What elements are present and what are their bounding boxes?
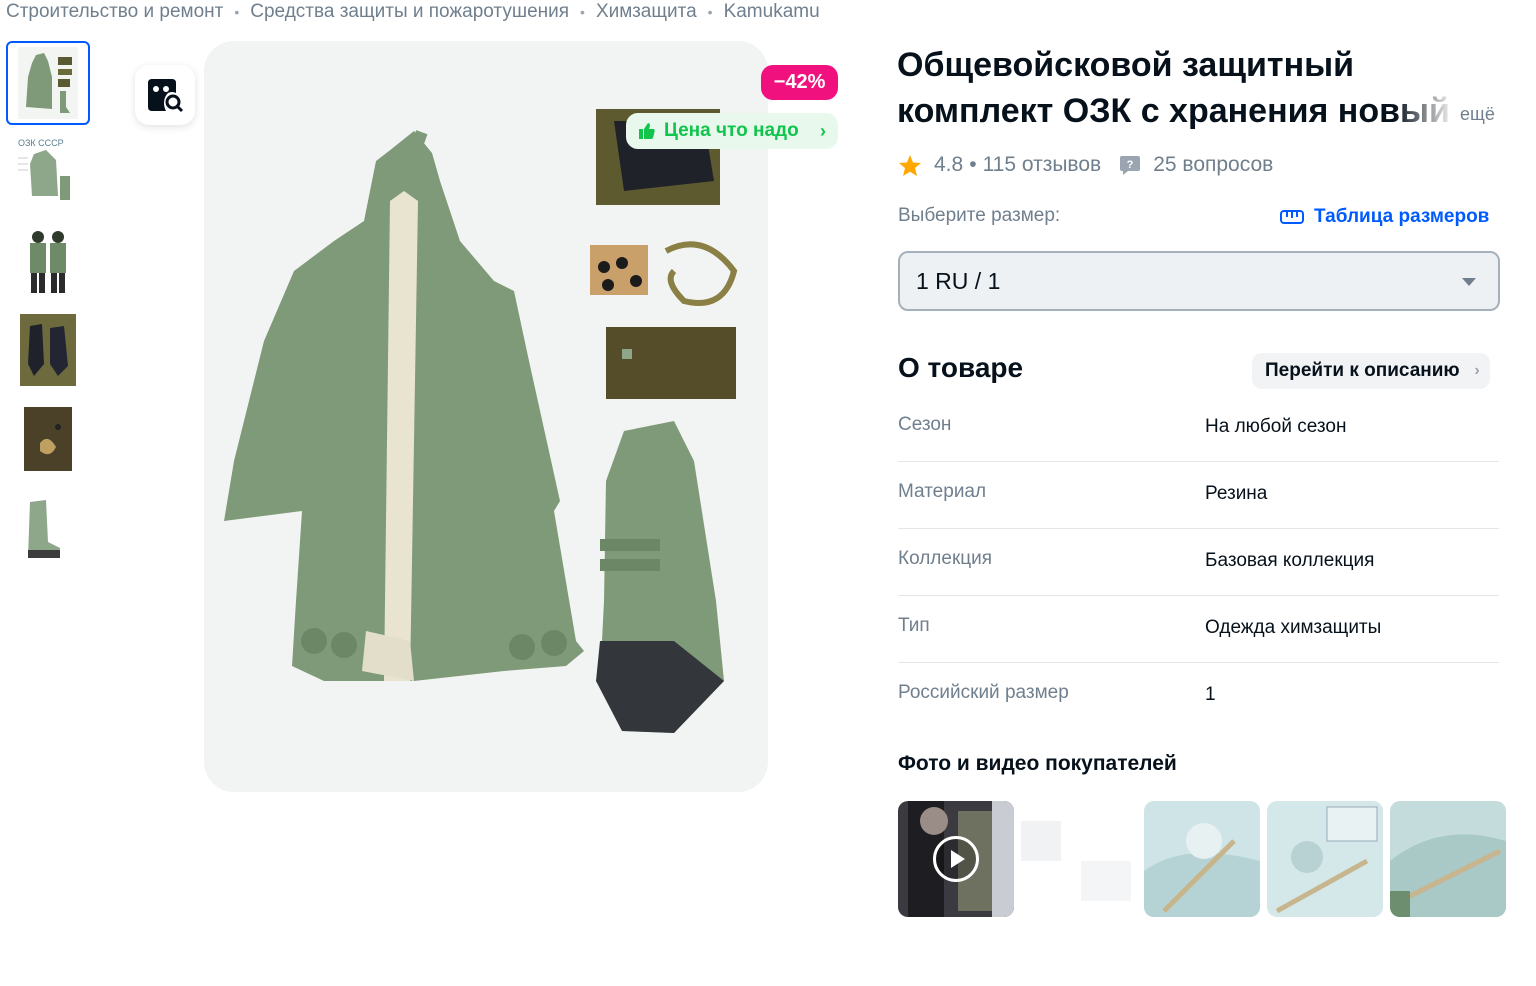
- go-to-description-button[interactable]: Перейти к описанию ›: [1252, 353, 1490, 389]
- photo-boots-icon: [20, 492, 76, 564]
- breadcrumb-separator: •: [707, 4, 713, 20]
- customer-photo-2[interactable]: [1021, 801, 1137, 917]
- go-to-description-label: Перейти к описанию: [1265, 360, 1460, 381]
- customer-photo-thumbnail: [1021, 801, 1137, 917]
- spec-key: Тип: [898, 615, 930, 636]
- good-price-label: Цена что надо: [664, 120, 799, 141]
- customer-photo-thumbnail: [1267, 801, 1383, 917]
- play-icon: [933, 836, 979, 882]
- customer-photo-5[interactable]: [1390, 801, 1506, 917]
- spec-key: Российский размер: [898, 682, 1069, 703]
- reviews-link[interactable]: 115 отзывов: [983, 153, 1102, 177]
- spec-value: Одежда химзащиты: [1205, 617, 1382, 638]
- photo-two-people-icon: [20, 225, 76, 297]
- customer-photo-thumbnail: [1390, 801, 1506, 917]
- thumbs-up-icon: [639, 123, 655, 139]
- spec-value: 1: [1205, 684, 1216, 705]
- rating-row: 4.8 • 115 отзывов ? 25 вопросов: [898, 153, 1273, 177]
- thumbnail-list: ОЗК СССР: [6, 41, 90, 575]
- chevron-down-icon: [1462, 278, 1476, 286]
- breadcrumb-item-brand[interactable]: Kamukamu: [724, 1, 820, 23]
- spec-row-ru-size: Российский размер 1: [898, 663, 1499, 730]
- chevron-right-icon: ›: [1474, 362, 1480, 379]
- photo-gloves-icon: [20, 314, 76, 386]
- photo-bag-icon: [20, 403, 76, 475]
- photo-ozk-ussr-icon: ОЗК СССР: [16, 136, 80, 208]
- product-title-line-1: Общевойсковой защитный: [897, 46, 1355, 84]
- visual-search-button[interactable]: [135, 65, 195, 125]
- product-photo: [224, 109, 738, 733]
- customer-photo-4[interactable]: [1267, 801, 1383, 917]
- spec-row-collection: Коллекция Базовая коллекция: [898, 529, 1499, 596]
- size-select[interactable]: 1 RU / 1: [898, 251, 1500, 311]
- thumbnail-3[interactable]: [6, 219, 90, 303]
- question-bubble-icon: ?: [1120, 155, 1141, 175]
- size-table-link[interactable]: Таблица размеров: [1280, 206, 1489, 228]
- chevron-right-icon: ›: [820, 120, 826, 141]
- about-title: О товаре: [898, 352, 1024, 383]
- breadcrumb-item-protection[interactable]: Средства защиты и пожаротушения: [250, 1, 569, 23]
- breadcrumb-item-construction[interactable]: Строительство и ремонт: [6, 1, 223, 23]
- rating-separator: •: [969, 153, 977, 176]
- breadcrumb-separator: •: [234, 4, 240, 20]
- visual-search-icon: [148, 79, 184, 113]
- customer-media-list: [898, 801, 1506, 917]
- size-table-label: Таблица размеров: [1314, 206, 1490, 227]
- spec-key: Сезон: [898, 414, 952, 435]
- thumbnail-4[interactable]: [6, 308, 90, 392]
- spec-row-material: Материал Резина: [898, 462, 1499, 529]
- title-fade: [1395, 92, 1455, 138]
- product-title-line-2: комплект ОЗК с хранения новый: [897, 92, 1450, 130]
- discount-badge: −42%: [761, 65, 838, 100]
- spec-key: Коллекция: [898, 548, 993, 569]
- breadcrumb-item-chemical[interactable]: Химзащита: [596, 1, 697, 23]
- main-product-image[interactable]: [204, 41, 768, 792]
- customer-photo-thumbnail: [1144, 801, 1260, 917]
- good-price-badge[interactable]: Цена что надо ›: [626, 113, 838, 149]
- customer-photo-3[interactable]: [1144, 801, 1260, 917]
- breadcrumb-separator: •: [580, 4, 585, 20]
- spec-row-season: Сезон На любой сезон: [898, 395, 1499, 462]
- svg-text:?: ?: [1127, 159, 1134, 171]
- product-title: Общевойсковой защитный комплект ОЗК с хр…: [897, 42, 1457, 134]
- spec-table: Сезон На любой сезон Материал Резина Кол…: [898, 395, 1499, 730]
- rating-value: 4.8: [934, 153, 964, 176]
- thumbnail-1[interactable]: [6, 41, 90, 125]
- spec-value: Базовая коллекция: [1205, 550, 1375, 571]
- size-selected-value: 1 RU / 1: [916, 267, 1001, 294]
- star-icon: [899, 154, 921, 176]
- breadcrumb: Строительство и ремонт • Средства защиты…: [6, 0, 820, 24]
- photo-coat-kit-icon: [18, 47, 78, 119]
- spec-row-type: Тип Одежда химзащиты: [898, 596, 1499, 663]
- ruler-icon: [1280, 210, 1304, 224]
- title-more-link[interactable]: ещё: [1460, 104, 1495, 125]
- thumbnail-6[interactable]: [6, 486, 90, 570]
- size-label: Выберите размер:: [898, 205, 1061, 226]
- questions-link[interactable]: ? 25 вопросов: [1119, 153, 1273, 177]
- questions-count: 25 вопросов: [1153, 153, 1274, 176]
- thumbnail-2[interactable]: ОЗК СССР: [6, 130, 90, 214]
- spec-value: Резина: [1205, 483, 1268, 504]
- ozk-ussr-caption: ОЗК СССР: [18, 138, 64, 148]
- spec-value: На любой сезон: [1205, 416, 1347, 437]
- spec-key: Материал: [898, 481, 987, 502]
- customer-media-title: Фото и видео покупателей: [898, 752, 1177, 775]
- thumbnail-5[interactable]: [6, 397, 90, 481]
- customer-video-1[interactable]: [898, 801, 1014, 917]
